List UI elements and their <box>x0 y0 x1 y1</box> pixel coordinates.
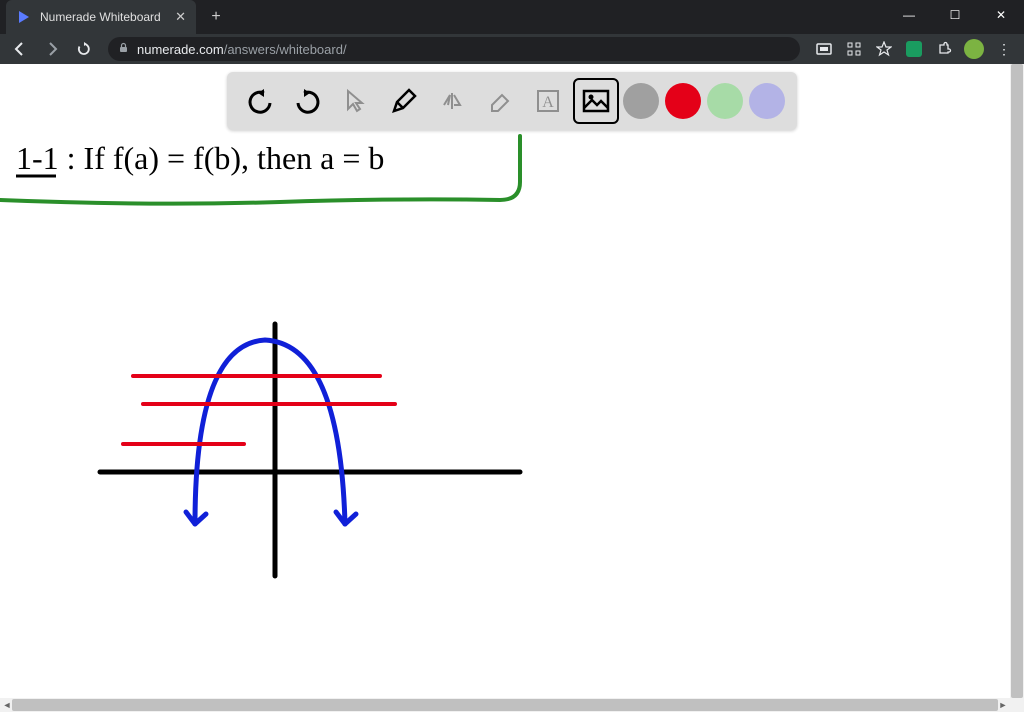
tab-favicon <box>16 9 32 25</box>
extension-icon[interactable] <box>900 35 928 63</box>
browser-window: Numerade Whiteboard ✕ + — ☐ ✕ numerade.c… <box>0 0 1024 712</box>
vertical-scrollbar[interactable] <box>1010 64 1024 698</box>
new-tab-button[interactable]: + <box>202 3 230 31</box>
image-tool-button[interactable] <box>575 80 617 122</box>
maximize-button[interactable]: ☐ <box>932 0 978 30</box>
cast-icon[interactable] <box>810 35 838 63</box>
reload-button[interactable] <box>70 35 98 63</box>
titlebar: Numerade Whiteboard ✕ + — ☐ ✕ <box>0 0 1024 34</box>
pen-tool-button[interactable] <box>383 80 425 122</box>
page-content: 1-1 : If f(a) = f(b), then a = b <box>0 64 1024 712</box>
color-red-swatch[interactable] <box>665 83 701 119</box>
eraser-tool-button[interactable] <box>479 80 521 122</box>
scrollbar-corner <box>1010 698 1024 712</box>
url-host: numerade.com <box>137 42 224 57</box>
scroll-right-arrow[interactable]: ► <box>996 698 1010 712</box>
lock-icon <box>118 42 129 56</box>
address-bar-icons: ⋮ <box>810 35 1018 63</box>
undo-button[interactable] <box>239 80 281 122</box>
whiteboard-toolbar: A <box>227 72 797 130</box>
color-purple-swatch[interactable] <box>749 83 785 119</box>
horizontal-scrollbar-thumb[interactable] <box>12 699 998 711</box>
svg-text:A: A <box>542 94 554 111</box>
tab-title: Numerade Whiteboard <box>40 10 167 24</box>
url-path: /answers/whiteboard/ <box>224 42 347 57</box>
definition-text: 1-1 : If f(a) = f(b), then a = b <box>16 140 384 176</box>
whiteboard-canvas[interactable]: 1-1 : If f(a) = f(b), then a = b <box>0 64 1016 704</box>
color-green-swatch[interactable] <box>707 83 743 119</box>
color-gray-swatch[interactable] <box>623 83 659 119</box>
extensions-puzzle-icon[interactable] <box>930 35 958 63</box>
parabola-curve <box>195 340 345 524</box>
pointer-tool-button[interactable] <box>335 80 377 122</box>
text-tool-button[interactable]: A <box>527 80 569 122</box>
menu-button[interactable]: ⋮ <box>990 35 1018 63</box>
minimize-button[interactable]: — <box>886 0 932 30</box>
window-controls: — ☐ ✕ <box>886 0 1024 30</box>
vertical-scrollbar-thumb[interactable] <box>1011 64 1023 698</box>
tab-close-icon[interactable]: ✕ <box>175 9 186 25</box>
omnibox[interactable]: numerade.com/answers/whiteboard/ <box>108 37 800 61</box>
profile-avatar[interactable] <box>960 35 988 63</box>
horizontal-scrollbar[interactable]: ◄ ► <box>0 698 1010 712</box>
redo-button[interactable] <box>287 80 329 122</box>
url-text: numerade.com/answers/whiteboard/ <box>137 42 347 57</box>
back-button[interactable] <box>6 35 34 63</box>
bookmark-star-icon[interactable] <box>870 35 898 63</box>
browser-tab[interactable]: Numerade Whiteboard ✕ <box>6 0 196 34</box>
forward-button[interactable] <box>38 35 66 63</box>
address-bar: numerade.com/answers/whiteboard/ ⋮ <box>0 34 1024 64</box>
close-window-button[interactable]: ✕ <box>978 0 1024 30</box>
shapes-tool-button[interactable] <box>431 80 473 122</box>
qr-icon[interactable] <box>840 35 868 63</box>
